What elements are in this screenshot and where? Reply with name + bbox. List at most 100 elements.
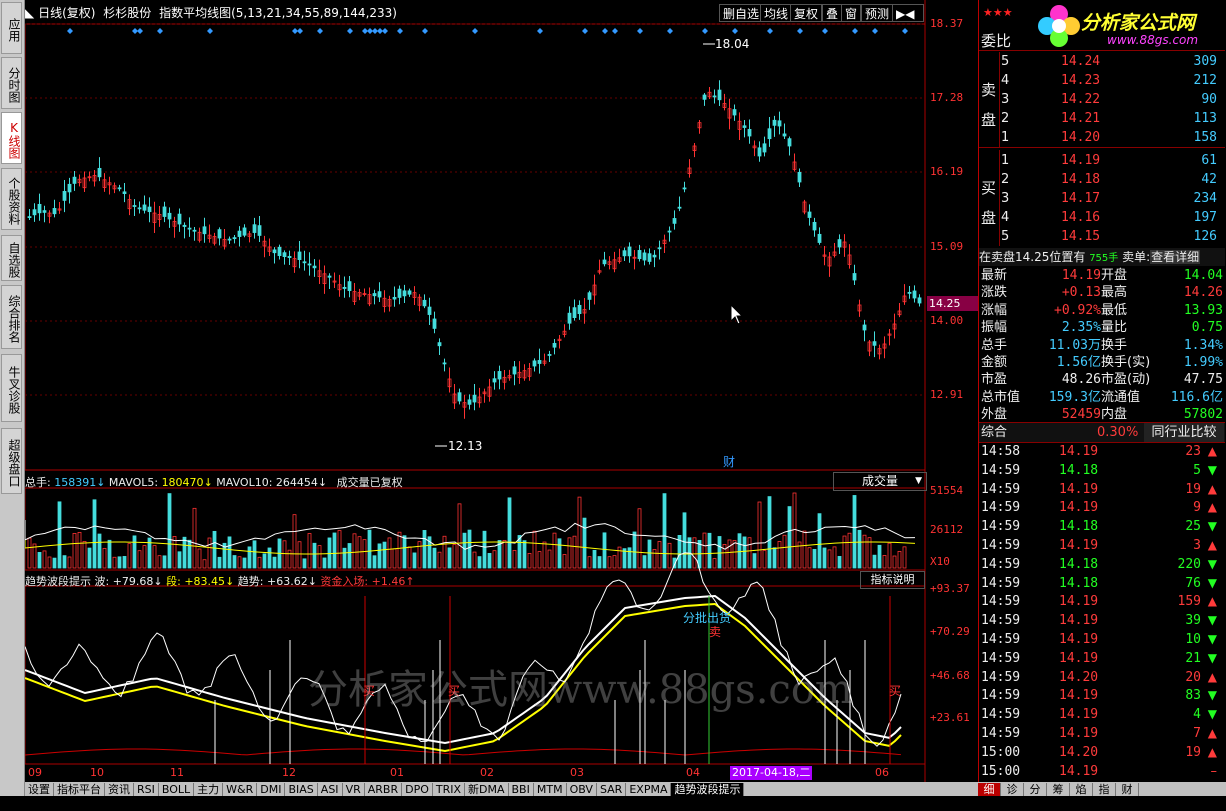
left-tab-4[interactable]: 自选股 <box>1 235 22 281</box>
volume-bar <box>547 549 552 569</box>
left-tab-5[interactable]: 综合排名 <box>1 285 22 349</box>
indicator-tab-9[interactable]: ASI <box>318 783 343 796</box>
level-price: 14.15 <box>1061 229 1101 244</box>
indicator-tab-18[interactable]: SAR <box>597 783 627 796</box>
tick-volume: 19 <box>1185 744 1201 760</box>
x-tick-label: 04 <box>686 766 700 779</box>
candle-body <box>227 238 232 241</box>
buy-signal-label: 买 <box>889 684 901 698</box>
indicator-tab-20[interactable]: 趋势波段提示 <box>671 783 745 796</box>
volume-bar <box>487 553 492 569</box>
volume-bar <box>177 551 182 569</box>
tick-time: 14:59 <box>981 669 1021 685</box>
up-arrow-icon: ▲ <box>1207 744 1217 759</box>
indicator-tab-17[interactable]: OBV <box>567 783 597 796</box>
tick-time: 14:59 <box>981 650 1021 666</box>
left-tab-3[interactable]: 个股资料 <box>1 168 22 230</box>
candle-body <box>717 89 722 101</box>
left-tab-0[interactable]: 应用 <box>1 2 22 54</box>
volume-bar <box>27 537 32 569</box>
x-tick-label: 02 <box>480 766 494 779</box>
indicator-tab-6[interactable]: W&R <box>223 783 258 796</box>
volume-bar <box>762 550 767 569</box>
indicator-tab-16[interactable]: MTM <box>534 783 567 796</box>
volume-bar <box>457 503 462 569</box>
indicator-tab-13[interactable]: TRIX <box>433 783 466 796</box>
indicator-tab-0[interactable]: 设置 <box>25 783 54 796</box>
right-tab-1[interactable]: 诊 <box>1001 783 1024 796</box>
right-tab-2[interactable]: 分 <box>1024 783 1047 796</box>
indicator-tab-14[interactable]: 新DMA <box>465 783 509 796</box>
left-tab-7[interactable]: 超级盘口 <box>1 428 22 494</box>
signal-diamond-icon <box>157 28 163 34</box>
indicator-tab-5[interactable]: 主力 <box>194 783 224 796</box>
level-volume: 42 <box>1201 172 1217 187</box>
tick-price: 14.18 <box>1059 575 1099 591</box>
indicator-tab-11[interactable]: ARBR <box>365 783 403 796</box>
left-tab-2[interactable]: K线图 <box>1 112 22 164</box>
indicator-tab-19[interactable]: EXPMA <box>626 783 672 796</box>
volume-bar <box>702 532 707 569</box>
left-tab-1[interactable]: 分时图 <box>1 57 22 109</box>
tick-price: 14.19 <box>1059 594 1099 610</box>
volume-bar <box>157 555 162 569</box>
right-tab-5[interactable]: 指 <box>1093 783 1116 796</box>
volume-bar <box>537 551 542 569</box>
volume-bar <box>242 557 247 569</box>
indicator-tab-10[interactable]: VR <box>343 783 365 796</box>
signal-diamond-icon <box>317 28 323 34</box>
indicator-tab-12[interactable]: DPO <box>402 783 433 796</box>
volume-bar <box>362 539 367 569</box>
indicator-tab-4[interactable]: BOLL <box>159 783 195 796</box>
quote-row: 金额 1.56亿 换手(实) 1.99% <box>979 354 1225 371</box>
indicator-tab-2[interactable]: 资讯 <box>105 783 134 796</box>
volume-bar <box>397 531 402 569</box>
right-tab-3[interactable]: 筹 <box>1047 783 1070 796</box>
level-number: 1 <box>1001 153 1010 168</box>
signal-diamond-icon <box>767 28 773 34</box>
candle-body <box>807 211 812 218</box>
right-tab-0[interactable]: 细 <box>978 783 1001 796</box>
quote-value: 14.26 <box>1183 285 1223 301</box>
indicator-help-button[interactable]: 指标说明 <box>860 571 925 589</box>
right-tab-6[interactable]: 财 <box>1116 783 1139 796</box>
volume-dropdown[interactable]: 成交量 ▼ <box>833 472 927 491</box>
volume-bar <box>717 536 722 569</box>
quote-label: 总市值 <box>981 389 1021 405</box>
volume-bar <box>857 529 862 569</box>
indicator-tab-15[interactable]: BBI <box>509 783 534 796</box>
volume-bar <box>437 551 442 569</box>
volume-bar <box>197 548 202 569</box>
tick-time: 14:58 <box>981 444 1021 459</box>
down-arrow-icon: ↓ <box>96 476 106 489</box>
industry-compare-button[interactable]: 同行业比较 <box>1144 423 1224 442</box>
quote-value: 1.34% <box>1183 337 1223 353</box>
candle-body <box>457 392 462 402</box>
volume-bar <box>632 531 637 569</box>
candle-body <box>27 216 32 219</box>
indicator-tab-1[interactable]: 指标平台 <box>54 783 105 796</box>
tick-volume: 4 <box>1193 707 1201 723</box>
volume-bar <box>477 556 482 569</box>
tick-time: 14:59 <box>981 462 1021 478</box>
tick-row: 14:59 14.18 220 ▼ <box>979 555 1225 574</box>
rating-stars-icon: ★★★ <box>983 6 1013 19</box>
level-volume: 113 <box>1193 111 1217 126</box>
indicator-tab-8[interactable]: BIAS <box>285 783 318 796</box>
down-arrow-icon: ▼ <box>1207 707 1217 722</box>
quote-label: 总手 <box>981 337 1008 353</box>
candle-body <box>72 176 77 184</box>
right-tab-4[interactable]: 焰 <box>1070 783 1093 796</box>
candle-body <box>407 290 412 295</box>
tick-volume: 10 <box>1185 632 1201 647</box>
level-price: 14.22 <box>1061 92 1101 107</box>
quote-row: 市盈 48.26 市盈(动) 47.75 <box>979 371 1225 388</box>
indicator-tab-7[interactable]: DMI <box>257 783 286 796</box>
left-tab-6[interactable]: 牛叉诊股 <box>1 354 22 422</box>
indicator-tab-3[interactable]: RSI <box>134 783 159 796</box>
watermark: 分析家公式网www.88gs.com <box>308 667 853 713</box>
candle-body <box>182 224 187 227</box>
view-details-button[interactable]: 查看详细 <box>1150 250 1201 264</box>
candle-body <box>627 246 632 257</box>
tick-price: 14.19 <box>1059 632 1099 647</box>
